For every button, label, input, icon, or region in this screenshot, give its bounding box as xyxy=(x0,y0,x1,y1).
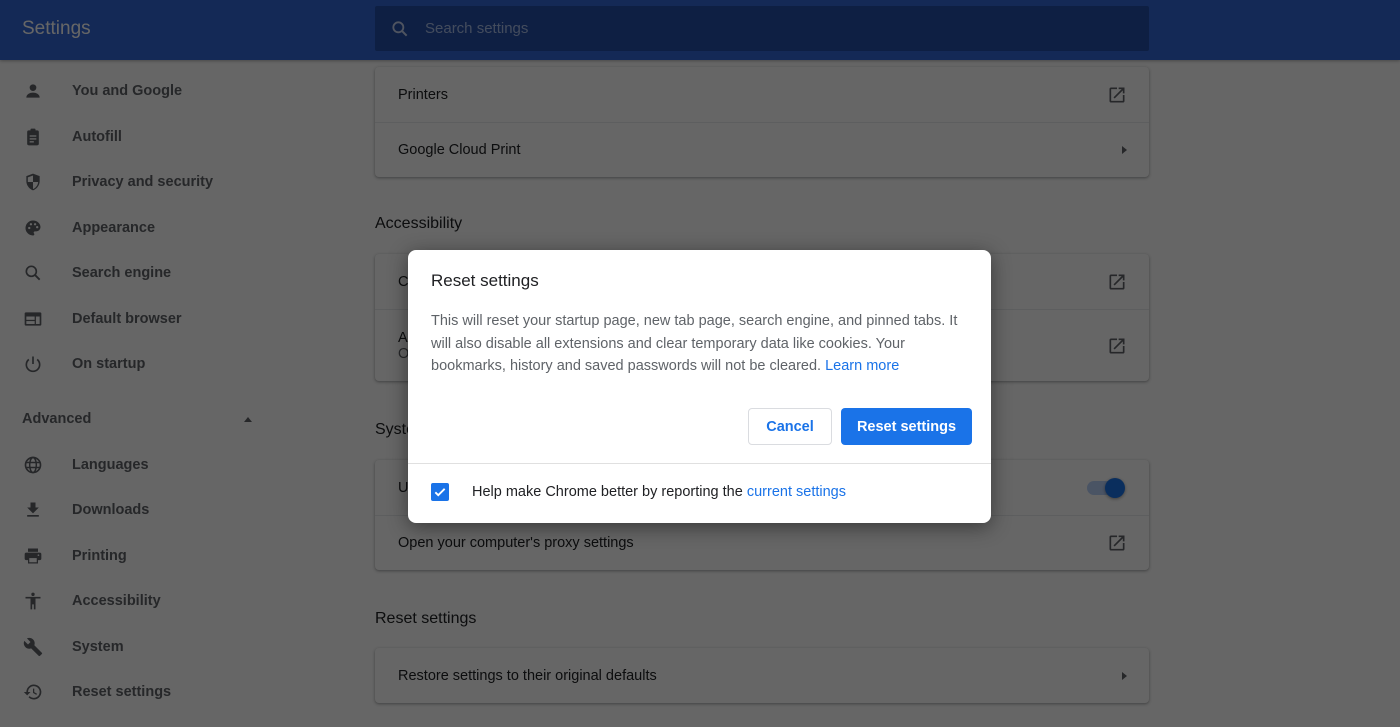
report-settings-checkbox[interactable] xyxy=(431,483,449,501)
reset-settings-button[interactable]: Reset settings xyxy=(841,408,972,445)
footer-text: Help make Chrome better by reporting the xyxy=(472,484,743,500)
dialog-divider xyxy=(408,463,991,464)
dialog-title: Reset settings xyxy=(431,271,539,290)
checkmark-icon xyxy=(434,488,446,497)
dialog-footer: Help make Chrome better by reporting the… xyxy=(431,483,846,501)
current-settings-link[interactable]: current settings xyxy=(747,484,846,500)
dialog-body: This will reset your startup page, new t… xyxy=(431,310,971,378)
learn-more-link[interactable]: Learn more xyxy=(825,358,899,374)
cancel-button[interactable]: Cancel xyxy=(748,408,832,445)
reset-settings-dialog: Reset settings This will reset your star… xyxy=(408,250,991,523)
